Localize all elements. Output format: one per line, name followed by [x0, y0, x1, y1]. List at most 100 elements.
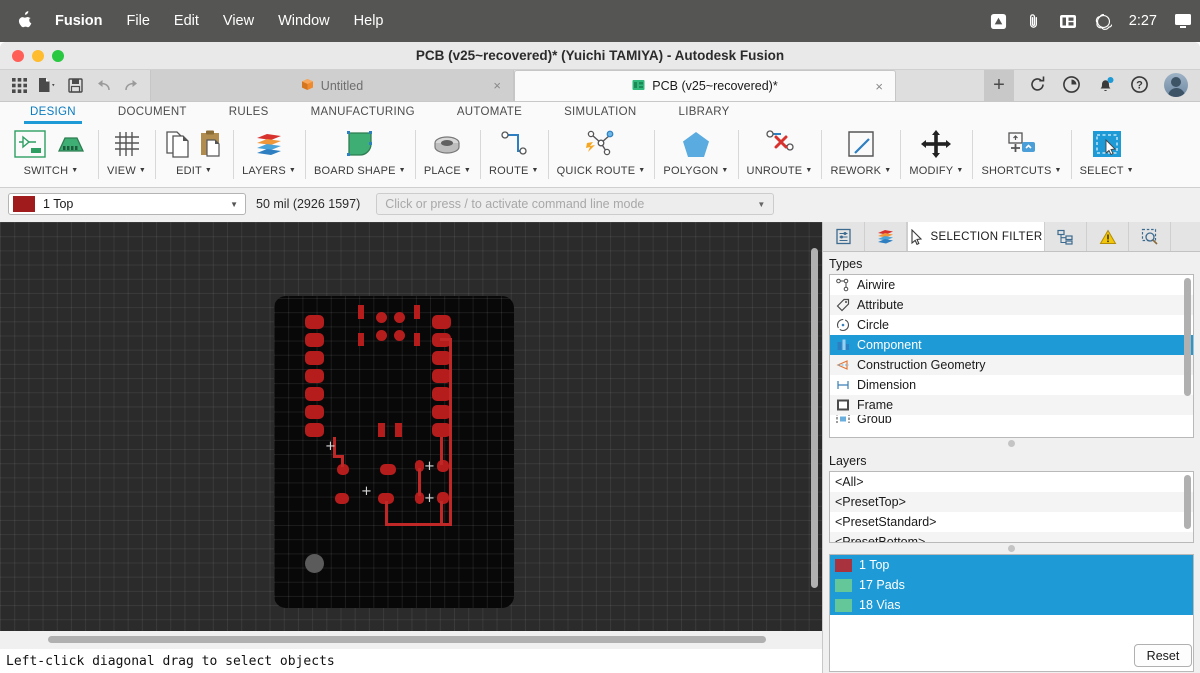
layer-preset-row[interactable]: <PresetStandard>	[830, 512, 1193, 532]
canvas-horizontal-scrollbar[interactable]	[48, 636, 766, 643]
chevron-down-icon[interactable]: ▼	[139, 167, 146, 174]
chevron-down-icon[interactable]: ▼	[230, 200, 238, 209]
ribbon-group-layers[interactable]: LAYERS ▼	[233, 124, 305, 187]
help-icon[interactable]: ?	[1130, 75, 1150, 95]
ribbon-tab-simulation[interactable]: SIMULATION	[564, 106, 636, 120]
select-marquee-icon[interactable]	[1091, 129, 1123, 164]
apple-logo-icon[interactable]	[18, 11, 33, 31]
paste-icon[interactable]	[198, 129, 224, 164]
move-arrows-icon[interactable]	[920, 129, 952, 164]
ribbon-group-board-shape[interactable]: BOARD SHAPE ▼	[305, 124, 415, 187]
route-trace-icon[interactable]	[498, 129, 530, 164]
reset-button[interactable]: Reset	[1134, 644, 1192, 667]
type-row-circle[interactable]: Circle	[830, 315, 1193, 335]
chevron-down-icon[interactable]: ▼	[1055, 167, 1062, 174]
chevron-down-icon[interactable]: ▼	[289, 167, 296, 174]
ribbon-group-polygon[interactable]: POLYGON ▼	[654, 124, 737, 187]
ribbon-group-shortcuts[interactable]: SHORTCUTS ▼	[972, 124, 1070, 187]
ribbon-group-edit[interactable]: EDIT ▼	[155, 124, 233, 187]
new-file-icon[interactable]	[34, 72, 60, 98]
chevron-down-icon[interactable]: ▼	[638, 167, 645, 174]
chevron-down-icon[interactable]: ▼	[71, 167, 78, 174]
shortcuts-icon[interactable]	[1005, 129, 1039, 164]
ribbon-group-place[interactable]: PLACE ▼	[414, 124, 480, 187]
schematic-icon[interactable]	[13, 129, 47, 164]
close-icon[interactable]: ×	[875, 79, 883, 94]
close-icon[interactable]: ×	[493, 78, 501, 93]
chevron-down-icon[interactable]: ▼	[399, 167, 406, 174]
layer-presets-scrollbar[interactable]	[1184, 475, 1191, 539]
type-row-group[interactable]: Group	[830, 415, 1193, 423]
ribbon-tab-manufacturing[interactable]: MANUFACTURING	[311, 106, 415, 120]
panel-tab-selection-filter[interactable]: SELECTION FILTER	[907, 222, 1045, 251]
panel-tab-hierarchy[interactable]	[1045, 222, 1087, 251]
ribbon-group-modify[interactable]: MODIFY ▼	[900, 124, 972, 187]
menubar-item-help[interactable]: Help	[354, 13, 384, 29]
ribbon-group-switch[interactable]: SWITCH ▼	[4, 124, 98, 187]
panel-tab-warnings[interactable]	[1087, 222, 1129, 251]
layer-preset-row[interactable]: <PresetTop>	[830, 492, 1193, 512]
drive-icon[interactable]	[989, 12, 1008, 31]
display-icon[interactable]	[1173, 12, 1192, 31]
polygon-icon[interactable]	[680, 129, 712, 164]
new-tab-button[interactable]: +	[984, 69, 1014, 101]
chevron-down-icon[interactable]: ▼	[805, 167, 812, 174]
type-row-component[interactable]: Component	[830, 335, 1193, 355]
canvas-vertical-scrollbar[interactable]	[810, 232, 819, 612]
quick-route-icon[interactable]	[582, 129, 620, 164]
paperclip-icon[interactable]	[1024, 12, 1043, 31]
redo-icon[interactable]	[118, 72, 144, 98]
chevron-down-icon[interactable]: ▼	[205, 167, 212, 174]
panel-splitter-types[interactable]	[823, 438, 1200, 449]
panel-splitter-layers[interactable]	[823, 543, 1200, 554]
ribbon-group-route[interactable]: ROUTE ▼	[480, 124, 548, 187]
save-icon[interactable]	[62, 72, 88, 98]
ribbon-group-select[interactable]: SELECT ▼	[1070, 124, 1143, 187]
ribbon-group-unroute[interactable]: UNROUTE ▼	[737, 124, 822, 187]
ribbon-tab-library[interactable]: LIBRARY	[679, 106, 730, 120]
place-component-icon[interactable]	[430, 129, 464, 164]
notifications-bell-icon[interactable]	[1096, 75, 1116, 95]
unroute-icon[interactable]	[764, 129, 796, 164]
chevron-down-icon[interactable]: ▼	[532, 167, 539, 174]
layer-preset-row[interactable]: <All>	[830, 472, 1193, 492]
ribbon-tab-rules[interactable]: RULES	[229, 106, 269, 120]
rework-icon[interactable]	[845, 129, 877, 164]
grid-apps-icon[interactable]	[6, 72, 32, 98]
menubar-app-name[interactable]: Fusion	[55, 13, 103, 29]
type-row-airwire[interactable]: Airwire	[830, 275, 1193, 295]
menubar-item-window[interactable]: Window	[278, 13, 330, 29]
panel-tab-properties[interactable]	[823, 222, 865, 251]
type-row-construction-geometry[interactable]: Construction Geometry	[830, 355, 1193, 375]
layer-select-dropdown[interactable]: 1 Top ▼	[8, 193, 246, 215]
ribbon-group-view[interactable]: VIEW ▼	[98, 124, 155, 187]
board-3d-icon[interactable]	[53, 129, 89, 164]
type-row-dimension[interactable]: Dimension	[830, 375, 1193, 395]
chevron-down-icon[interactable]: ▼	[464, 167, 471, 174]
menubar-item-file[interactable]: File	[127, 13, 150, 29]
menubar-item-edit[interactable]: Edit	[174, 13, 199, 29]
account-avatar[interactable]	[1164, 73, 1188, 97]
refresh-icon[interactable]	[1028, 75, 1048, 95]
layer-presets-listbox[interactable]: <All> <PresetTop> <PresetStandard> <Pres…	[829, 471, 1194, 543]
menubar-item-view[interactable]: View	[223, 13, 254, 29]
undo-icon[interactable]	[90, 72, 116, 98]
ribbon-group-rework[interactable]: REWORK ▼	[821, 124, 900, 187]
openai-icon[interactable]	[1094, 12, 1113, 31]
pcb-canvas[interactable]: + + + + ⌐	[0, 222, 822, 631]
selected-layer-row[interactable]: 17 Pads	[830, 575, 1193, 595]
layers-stack-icon[interactable]	[253, 129, 285, 164]
layer-preset-row[interactable]: <PresetBottom>	[830, 532, 1193, 542]
panel-tab-layers[interactable]	[865, 222, 907, 251]
ribbon-tab-design[interactable]: DESIGN	[24, 106, 82, 124]
split-view-icon[interactable]	[1059, 12, 1078, 31]
ribbon-tab-automate[interactable]: AUTOMATE	[457, 106, 522, 120]
chevron-down-icon[interactable]: ▼	[956, 167, 963, 174]
types-scrollbar[interactable]	[1184, 278, 1191, 434]
chevron-down-icon[interactable]: ▼	[757, 200, 765, 209]
grid-view-icon[interactable]	[112, 129, 142, 164]
pcb-board[interactable]: + + + +	[274, 296, 514, 608]
chevron-down-icon[interactable]: ▼	[721, 167, 728, 174]
copy-icon[interactable]	[164, 129, 192, 164]
chevron-down-icon[interactable]: ▼	[884, 167, 891, 174]
